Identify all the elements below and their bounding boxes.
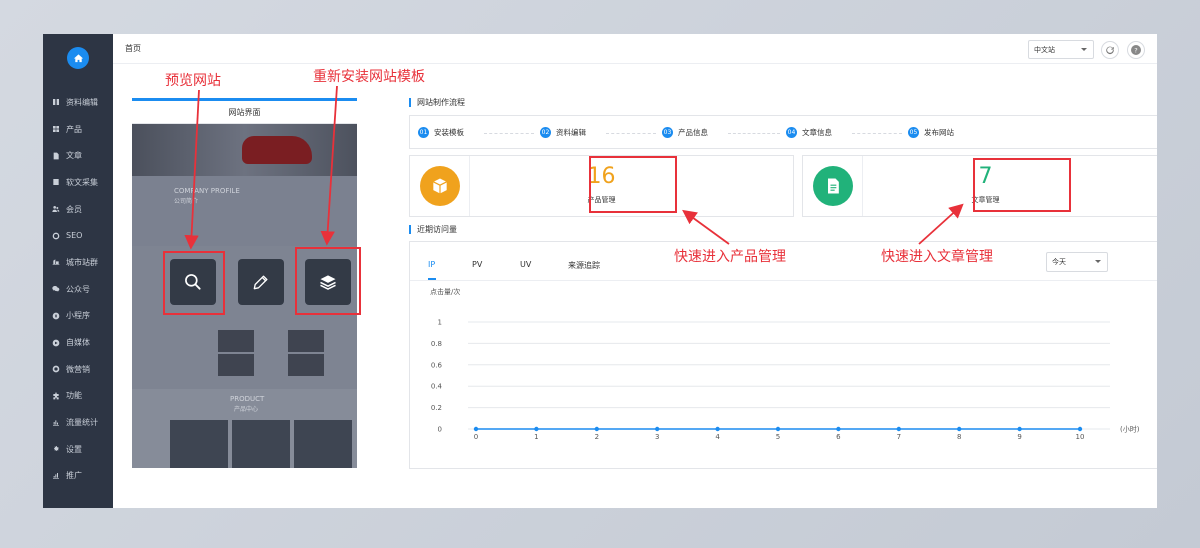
marketing-icon (52, 365, 60, 373)
sidebar-item[interactable]: SEO (43, 222, 113, 249)
sidebar-item[interactable]: 公众号 (43, 276, 113, 303)
media-icon (52, 339, 60, 347)
sidebar-item[interactable]: 文章 (43, 142, 113, 169)
sidebar-item[interactable]: 流量统计 (43, 409, 113, 436)
promote-icon (52, 472, 60, 480)
arrow-preview (184, 89, 200, 250)
sidebar-item-label: 文章 (66, 151, 82, 161)
sidebar-item-label: 公众号 (66, 284, 90, 294)
city-icon (52, 258, 60, 266)
sidebar-item[interactable]: 微营销 (43, 356, 113, 383)
sidebar-item[interactable]: 会员 (43, 196, 113, 223)
sidebar-item-label: 功能 (66, 391, 82, 401)
sidebar-item-label: 会员 (66, 204, 82, 214)
sidebar-item-label: 资料编辑 (66, 97, 98, 107)
grid-icon (52, 125, 60, 133)
sidebar-item-label: 自媒体 (66, 338, 90, 348)
sidebar-item[interactable]: 小程序 (43, 303, 113, 330)
miniapp-icon (52, 312, 60, 320)
home-logo-icon[interactable] (67, 47, 89, 69)
document-icon (52, 152, 60, 160)
app-window: 资料编辑产品文章软文采集会员 SEO 城市站群公众号小程序自媒体微营销功能流量统计设… (43, 34, 1157, 508)
sidebar-item[interactable]: 功能 (43, 383, 113, 410)
sidebar-item-label: 微营销 (66, 364, 90, 374)
sidebar-item[interactable]: 产品 (43, 116, 113, 143)
sidebar-item-label: 城市站群 (66, 257, 98, 267)
seo-icon (52, 232, 60, 240)
puzzle-icon (52, 392, 60, 400)
sidebar-item-label: 软文采集 (66, 177, 98, 187)
wechat-icon (52, 285, 60, 293)
annotation-arrows (184, 85, 964, 250)
sidebar-item-label: 小程序 (66, 311, 90, 321)
arrow-product (682, 209, 730, 245)
sidebar-item-label: 产品 (66, 124, 82, 134)
sidebar-item-label: 流量统计 (66, 418, 98, 428)
collect-icon (52, 178, 60, 186)
sidebar: 资料编辑产品文章软文采集会员 SEO 城市站群公众号小程序自媒体微营销功能流量统计设… (43, 34, 113, 508)
main-content: 首页 中文站 ? 网站界面 COMPANY PROFILE 公司简介 PRODU… (113, 34, 1157, 508)
sidebar-item-label: SEO (66, 231, 83, 241)
book-icon (52, 98, 60, 106)
sidebar-item[interactable]: 城市站群 (43, 249, 113, 276)
sidebar-item-label: 推广 (66, 471, 82, 481)
sidebar-item[interactable]: 设置 (43, 436, 113, 463)
arrow-reinstall (320, 85, 338, 246)
sidebar-item[interactable]: 推广 (43, 463, 113, 490)
sidebar-item[interactable]: 软文采集 (43, 169, 113, 196)
sidebar-item[interactable]: 资料编辑 (43, 89, 113, 116)
sidebar-item-label: 设置 (66, 444, 82, 454)
bar-chart-icon (52, 419, 60, 427)
arrow-article (918, 203, 964, 245)
sidebar-item[interactable]: 自媒体 (43, 329, 113, 356)
users-icon (52, 205, 60, 213)
gear-icon (52, 445, 60, 453)
sidebar-nav: 资料编辑产品文章软文采集会员 SEO 城市站群公众号小程序自媒体微营销功能流量统计设… (43, 89, 113, 489)
